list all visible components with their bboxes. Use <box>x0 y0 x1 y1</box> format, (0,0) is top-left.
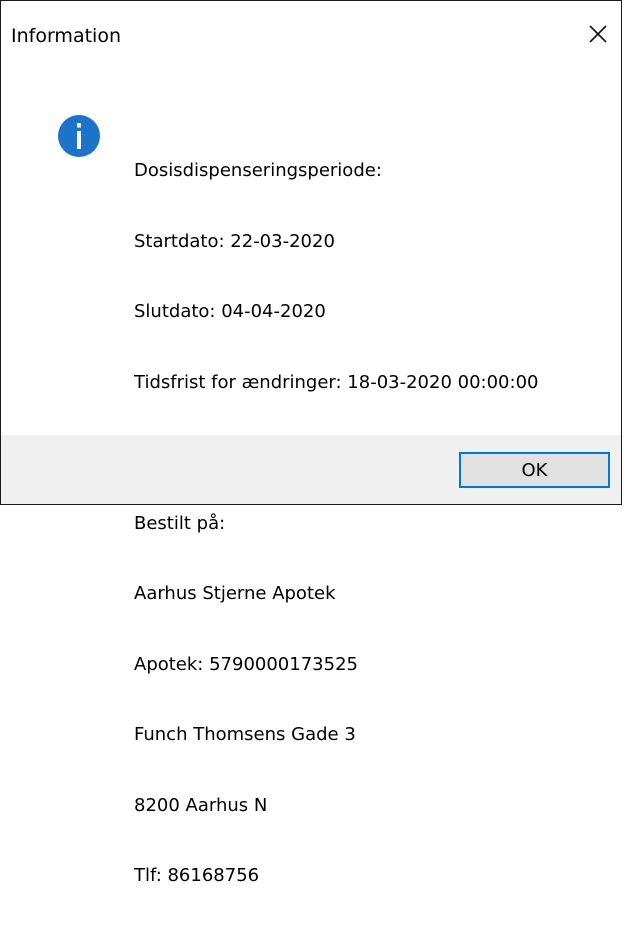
message-line: Aarhus Stjerne Apotek <box>134 583 336 604</box>
close-button[interactable] <box>575 11 621 57</box>
message-text: Dosisdispenseringsperiode: Startdato: 22… <box>134 112 538 935</box>
message-line: Startdato: 22-03-2020 <box>134 230 335 252</box>
message-line: Funch Thomsens Gade 3 <box>134 724 356 745</box>
title-bar: Information <box>1 1 621 61</box>
information-dialog: Information Dosisdispenseringsperiode: S… <box>0 0 622 886</box>
message-line: Tidsfrist for ændringer: 18-03-2020 00:0… <box>134 371 539 393</box>
message-line: Slutdato: 04-04-2020 <box>134 301 326 322</box>
message-line: Apotek: 5790000173525 <box>134 653 358 675</box>
ok-button[interactable]: OK <box>459 452 610 488</box>
dialog-footer: OK <box>1 435 621 504</box>
dialog-title: Information <box>11 25 121 47</box>
message-line: Tlf: 86168756 <box>134 865 260 886</box>
message-line: Bestilt på: <box>134 512 226 534</box>
message-line: Dosisdispenseringsperiode: <box>134 160 382 181</box>
message-line: 8200 Aarhus N <box>134 794 268 816</box>
close-icon <box>589 25 607 43</box>
info-icon <box>57 114 101 158</box>
